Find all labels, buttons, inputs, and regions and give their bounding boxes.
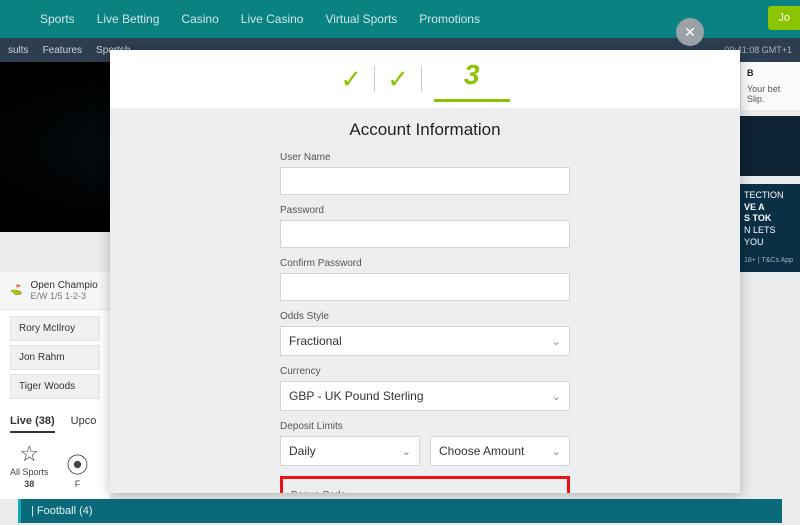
deposit-period-value: Daily xyxy=(289,444,316,458)
username-input[interactable] xyxy=(280,167,570,195)
username-label: User Name xyxy=(280,152,570,163)
chevron-down-icon: ⌄ xyxy=(552,335,561,348)
password-label: Password xyxy=(280,205,570,216)
modal-title: Account Information xyxy=(280,120,570,140)
modal-close-button[interactable]: ✕ xyxy=(676,18,704,46)
odds-style-value: Fractional xyxy=(289,334,342,348)
step3-indicator: 3 xyxy=(434,57,510,102)
deposit-amount-select[interactable]: Choose Amount ⌄ xyxy=(430,436,570,466)
password-input[interactable] xyxy=(280,220,570,248)
currency-value: GBP - UK Pound Sterling xyxy=(289,389,424,403)
confirm-password-label: Confirm Password xyxy=(280,258,570,269)
chevron-down-icon: ⌄ xyxy=(402,445,411,458)
deposit-limits-label: Deposit Limits xyxy=(280,421,570,432)
registration-modal: ✓ ✓ 3 Account Information User Name Pass… xyxy=(110,50,740,493)
deposit-amount-value: Choose Amount xyxy=(439,444,524,458)
chevron-down-icon: ⌄ xyxy=(552,390,561,403)
close-icon: ✕ xyxy=(684,24,696,41)
step2-check-icon: ✓ xyxy=(387,64,409,95)
odds-style-select[interactable]: Fractional ⌄ xyxy=(280,326,570,356)
deposit-period-select[interactable]: Daily ⌄ xyxy=(280,436,420,466)
step1-check-icon: ✓ xyxy=(340,64,362,95)
chevron-down-icon: ⌄ xyxy=(552,445,561,458)
bonus-code-label: Bonus Code xyxy=(291,490,346,493)
bonus-code-highlight: Bonus Code xyxy=(280,476,570,493)
modal-stepper: ✓ ✓ 3 xyxy=(110,50,740,108)
step-divider xyxy=(421,66,422,92)
currency-select[interactable]: GBP - UK Pound Sterling ⌄ xyxy=(280,381,570,411)
confirm-password-input[interactable] xyxy=(280,273,570,301)
step-divider xyxy=(374,66,375,92)
currency-label: Currency xyxy=(280,366,570,377)
odds-style-label: Odds Style xyxy=(280,311,570,322)
